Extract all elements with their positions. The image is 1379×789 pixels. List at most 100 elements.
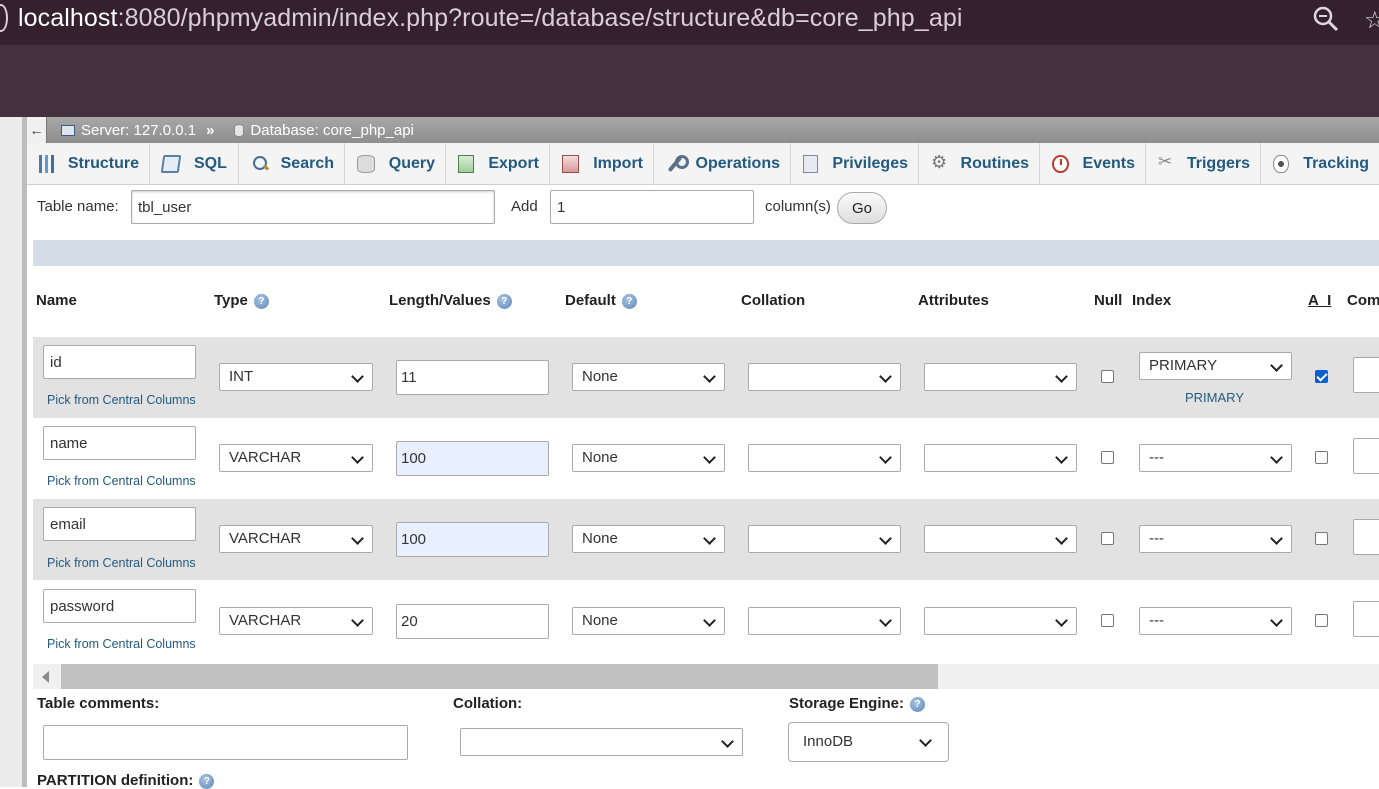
pick-central-columns-link[interactable]: Pick from Central Columns bbox=[47, 556, 196, 570]
length-input[interactable] bbox=[396, 441, 549, 476]
auto-increment-checkbox[interactable] bbox=[1315, 370, 1328, 383]
browser-address-bar: localhost:8080/phpmyadmin/index.php?rout… bbox=[0, 0, 1379, 45]
partition-label-text: PARTITION definition: bbox=[37, 772, 194, 789]
null-checkbox[interactable] bbox=[1101, 614, 1114, 627]
url-field[interactable]: localhost:8080/phpmyadmin/index.php?rout… bbox=[18, 4, 962, 33]
table-collation-select[interactable] bbox=[460, 728, 743, 756]
pick-central-columns-link[interactable]: Pick from Central Columns bbox=[47, 474, 196, 488]
search-icon bbox=[251, 155, 267, 173]
tab-tracking[interactable]: Tracking bbox=[1261, 143, 1379, 185]
header-null: Null bbox=[1094, 292, 1123, 309]
tab-export[interactable]: Export bbox=[446, 143, 550, 185]
chevron-down-icon bbox=[1055, 532, 1068, 545]
chevron-down-icon bbox=[351, 451, 364, 464]
index-select[interactable]: PRIMARY bbox=[1139, 352, 1292, 380]
tab-label: SQL bbox=[194, 155, 227, 172]
tab-query[interactable]: Query bbox=[345, 143, 446, 185]
column-name-input[interactable] bbox=[43, 345, 196, 379]
null-checkbox[interactable] bbox=[1101, 532, 1114, 545]
collation-select[interactable] bbox=[748, 444, 901, 472]
header-comments: Com bbox=[1347, 292, 1379, 309]
default-select[interactable]: None bbox=[572, 525, 725, 553]
length-input[interactable] bbox=[396, 604, 549, 639]
auto-increment-checkbox[interactable] bbox=[1315, 532, 1328, 545]
comment-input[interactable] bbox=[1353, 357, 1379, 393]
help-icon[interactable]: ? bbox=[199, 773, 215, 789]
null-checkbox[interactable] bbox=[1101, 451, 1114, 464]
scrollbar-thumb[interactable] bbox=[61, 664, 938, 689]
breadcrumb-separator: » bbox=[206, 121, 215, 139]
tab-privileges[interactable]: Privileges bbox=[791, 143, 919, 185]
comment-input[interactable] bbox=[1353, 601, 1379, 637]
chevron-down-icon bbox=[703, 370, 716, 383]
table-comments-input[interactable] bbox=[43, 725, 408, 760]
attributes-select[interactable] bbox=[924, 444, 1077, 472]
type-select[interactable]: VARCHAR bbox=[219, 607, 373, 635]
storage-engine-label: Storage Engine:? bbox=[789, 695, 926, 712]
auto-increment-checkbox[interactable] bbox=[1315, 614, 1328, 627]
default-value: None bbox=[582, 449, 618, 466]
breadcrumb-database[interactable]: Database: core_php_api bbox=[250, 122, 413, 139]
comment-input[interactable] bbox=[1353, 438, 1379, 474]
pick-central-columns-link[interactable]: Pick from Central Columns bbox=[47, 637, 196, 651]
chevron-down-icon bbox=[351, 614, 364, 627]
column-name-input[interactable] bbox=[43, 426, 196, 460]
tab-events[interactable]: Events bbox=[1040, 143, 1146, 185]
type-select[interactable]: VARCHAR bbox=[219, 525, 373, 553]
help-icon[interactable]: ? bbox=[496, 293, 512, 309]
tab-triggers[interactable]: Triggers bbox=[1146, 143, 1261, 185]
collation-select[interactable] bbox=[748, 525, 901, 553]
breadcrumb: ← Server: 127.0.0.1 » Database: core_php… bbox=[27, 117, 1379, 143]
attributes-select[interactable] bbox=[924, 363, 1077, 391]
index-select[interactable]: --- bbox=[1139, 525, 1292, 553]
tab-routines[interactable]: Routines bbox=[919, 143, 1040, 185]
index-select[interactable]: --- bbox=[1139, 444, 1292, 472]
tab-structure[interactable]: Structure bbox=[27, 143, 150, 185]
index-select[interactable]: --- bbox=[1139, 607, 1292, 635]
default-select[interactable]: None bbox=[572, 607, 725, 635]
collapse-navigation-button[interactable]: ← bbox=[27, 117, 47, 143]
type-select[interactable]: VARCHAR bbox=[219, 444, 373, 472]
bookmark-star-icon[interactable]: ☆ bbox=[1364, 6, 1379, 35]
type-select[interactable]: INT bbox=[219, 363, 373, 391]
null-checkbox[interactable] bbox=[1101, 370, 1114, 383]
go-button[interactable]: Go bbox=[837, 192, 887, 224]
tab-label: Search bbox=[280, 155, 334, 172]
scroll-left-icon[interactable] bbox=[42, 671, 49, 683]
collation-select[interactable] bbox=[748, 363, 901, 391]
attributes-select[interactable] bbox=[924, 525, 1077, 553]
index-primary-link[interactable]: PRIMARY bbox=[1185, 390, 1244, 405]
info-icon[interactable] bbox=[0, 4, 8, 32]
default-select[interactable]: None bbox=[572, 363, 725, 391]
auto-increment-checkbox[interactable] bbox=[1315, 451, 1328, 464]
tab-import[interactable]: Import bbox=[550, 143, 654, 185]
attributes-select[interactable] bbox=[924, 607, 1077, 635]
table-name-input[interactable] bbox=[131, 190, 495, 224]
storage-engine-select[interactable]: InnoDB bbox=[788, 722, 949, 762]
collation-select[interactable] bbox=[748, 607, 901, 635]
type-value: INT bbox=[229, 368, 254, 385]
length-input[interactable] bbox=[396, 360, 549, 395]
tab-operations[interactable]: Operations bbox=[654, 143, 791, 185]
tab-label: Routines bbox=[960, 155, 1029, 172]
columns-label: column(s) bbox=[765, 198, 831, 215]
help-icon[interactable]: ? bbox=[253, 293, 269, 309]
length-input[interactable] bbox=[396, 522, 549, 557]
add-columns-input[interactable] bbox=[550, 190, 754, 224]
url-path: :8080/phpmyadmin/index.php?route=/databa… bbox=[117, 4, 963, 32]
tab-search[interactable]: Search bbox=[239, 143, 345, 185]
pick-central-columns-link[interactable]: Pick from Central Columns bbox=[47, 393, 196, 407]
server-icon bbox=[61, 124, 75, 136]
column-name-input[interactable] bbox=[43, 507, 196, 541]
help-icon[interactable]: ? bbox=[621, 293, 637, 309]
tab-sql[interactable]: SQL bbox=[150, 143, 239, 185]
zoom-icon[interactable] bbox=[1311, 4, 1341, 34]
comment-input[interactable] bbox=[1353, 519, 1379, 555]
header-auto-increment[interactable]: A_I bbox=[1308, 292, 1331, 309]
default-select[interactable]: None bbox=[572, 444, 725, 472]
navigation-resizer[interactable] bbox=[22, 117, 27, 787]
help-icon[interactable]: ? bbox=[910, 696, 926, 712]
column-name-input[interactable] bbox=[43, 589, 196, 623]
breadcrumb-server[interactable]: Server: 127.0.0.1 bbox=[81, 122, 196, 139]
header-index: Index bbox=[1132, 292, 1172, 309]
